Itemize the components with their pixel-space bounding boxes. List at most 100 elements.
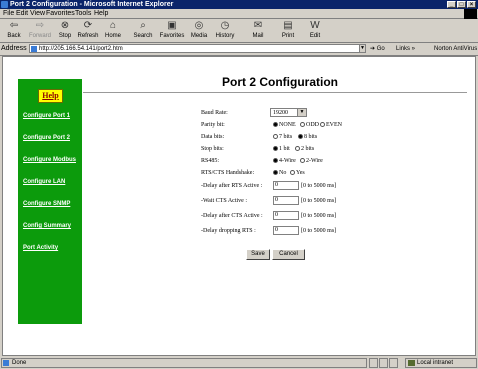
- status-pane: [369, 358, 378, 368]
- stop-icon: ⊗: [60, 20, 70, 31]
- radio-empty-icon: [273, 134, 278, 140]
- mail-icon: ✉: [253, 20, 263, 31]
- maximize-icon[interactable]: □: [457, 1, 466, 8]
- norton-antivirus-button[interactable]: Norton AntiVirus: [434, 43, 477, 55]
- page-done-icon: [3, 360, 9, 366]
- intranet-icon: [408, 360, 415, 366]
- favorites-button[interactable]: ▣ Favorites: [157, 20, 187, 42]
- page-icon: [31, 46, 37, 52]
- security-zone: Local intranet: [405, 358, 477, 368]
- delay-dropping-rts-range: [0 to 5000 ms]: [301, 228, 337, 234]
- handshake-label: RTS/CTS Handshake:: [201, 170, 255, 176]
- cancel-button[interactable]: Cancel: [272, 249, 305, 260]
- radio-empty-icon: [300, 158, 305, 164]
- baud-rate-select[interactable]: 19200 ▼: [270, 108, 307, 117]
- delay-after-rts-range: [0 to 5000 ms]: [301, 183, 337, 189]
- wait-cts-input[interactable]: 0: [273, 196, 299, 205]
- forward-button[interactable]: ⇨ Forward: [27, 20, 53, 42]
- close-icon[interactable]: ×: [467, 1, 476, 8]
- sidebar-item-configure-port-2[interactable]: Configure Port 2: [23, 135, 70, 141]
- help-button[interactable]: Help: [38, 89, 63, 103]
- rs485-label: RS485:: [201, 158, 220, 164]
- radio-selected-icon: [273, 122, 278, 128]
- radio-selected-icon: [273, 158, 278, 164]
- radio-empty-icon: [300, 122, 305, 128]
- baud-rate-value: 19200: [273, 110, 288, 116]
- stop-bits-label: Stop bits:: [201, 146, 224, 152]
- baud-rate-label: Baud Rate:: [201, 110, 228, 116]
- window-title: Port 2 Configuration - Microsoft Interne…: [10, 1, 174, 8]
- address-input[interactable]: http://205.166.54.141/port2.htm: [29, 44, 366, 53]
- go-button[interactable]: ➔ Go: [370, 43, 385, 55]
- delay-after-rts-input[interactable]: 0: [273, 181, 299, 190]
- parity-none-radio[interactable]: NONE: [273, 122, 296, 128]
- handshake-no-radio[interactable]: No: [273, 170, 286, 176]
- wait-cts-range: [0 to 5000 ms]: [301, 198, 337, 204]
- rs485-4wire-radio[interactable]: 4-Wire: [273, 158, 296, 164]
- stop-bits-2-radio[interactable]: 2 bits: [295, 146, 314, 152]
- parity-odd-radio[interactable]: ODD: [300, 122, 319, 128]
- menu-edit[interactable]: Edit: [16, 9, 28, 18]
- home-icon: ⌂: [109, 20, 117, 31]
- status-pane: [389, 358, 398, 368]
- parity-label: Parity bit:: [201, 122, 225, 128]
- handshake-yes-radio[interactable]: Yes: [290, 170, 305, 176]
- ie-throbber-icon: [464, 9, 477, 19]
- title-divider: [83, 92, 467, 93]
- radio-empty-icon: [290, 170, 295, 176]
- sidebar-item-config-summary[interactable]: Config Summary: [23, 223, 71, 229]
- ie-icon: [1, 1, 8, 8]
- stop-button[interactable]: ⊗ Stop: [56, 20, 74, 42]
- mail-button[interactable]: ✉ Mail: [247, 20, 269, 42]
- status-pane: [379, 358, 388, 368]
- parity-even-radio[interactable]: EVEN: [320, 122, 342, 128]
- forward-arrow-icon: ⇨: [35, 20, 45, 31]
- sidebar-item-configure-modbus[interactable]: Configure Modbus: [23, 157, 76, 163]
- print-button[interactable]: ▤ Print: [277, 20, 299, 42]
- sidebar-item-configure-snmp[interactable]: Configure SNMP: [23, 201, 70, 207]
- links-button[interactable]: Links »: [396, 43, 415, 55]
- chevron-down-icon: ▼: [297, 109, 306, 116]
- stop-bits-1-radio[interactable]: 1 bit: [273, 146, 290, 152]
- favorites-icon: ▣: [167, 20, 177, 31]
- address-label: Address: [1, 45, 27, 52]
- sidebar-item-configure-lan[interactable]: Configure LAN: [23, 179, 65, 185]
- history-button[interactable]: ◷ History: [213, 20, 237, 42]
- search-button[interactable]: ⌕ Search: [130, 20, 156, 42]
- sidebar-item-port-activity[interactable]: Port Activity: [23, 245, 58, 251]
- media-button[interactable]: ◎ Media: [188, 20, 210, 42]
- edit-button[interactable]: W Edit: [305, 20, 325, 42]
- address-bar: Address http://205.166.54.141/port2.htm …: [0, 43, 478, 56]
- menu-bar: File Edit View Favorites Tools Help: [0, 9, 478, 19]
- data-bits-label: Data bits:: [201, 134, 225, 140]
- data-bits-8-radio[interactable]: 8 bits: [298, 134, 317, 140]
- page-viewport: Help Configure Port 1 Configure Port 2 C…: [2, 56, 476, 356]
- menu-view[interactable]: View: [30, 9, 45, 18]
- delay-after-cts-input[interactable]: 0: [273, 211, 299, 220]
- delay-dropping-rts-label: -Delay dropping RTS :: [201, 228, 256, 234]
- menu-tools[interactable]: Tools: [75, 9, 91, 18]
- back-button[interactable]: ⇦ Back: [3, 20, 25, 42]
- delay-after-cts-label: -Delay after CTS Active :: [201, 213, 263, 219]
- sidebar-item-configure-port-1[interactable]: Configure Port 1: [23, 113, 70, 119]
- home-button[interactable]: ⌂ Home: [103, 20, 123, 42]
- radio-empty-icon: [320, 122, 325, 128]
- menu-favorites[interactable]: Favorites: [46, 9, 75, 18]
- menu-file[interactable]: File: [3, 9, 14, 18]
- history-icon: ◷: [220, 20, 230, 31]
- menu-help[interactable]: Help: [94, 9, 108, 18]
- delay-dropping-rts-input[interactable]: 0: [273, 226, 299, 235]
- radio-selected-icon: [273, 170, 278, 176]
- status-bar: Done Local intranet: [0, 357, 478, 369]
- radio-selected-icon: [298, 134, 303, 140]
- refresh-button[interactable]: ⟳ Refresh: [75, 20, 101, 42]
- address-dropdown-icon[interactable]: ▼: [359, 44, 366, 53]
- data-bits-7-radio[interactable]: 7 bits: [273, 134, 292, 140]
- radio-empty-icon: [295, 146, 300, 152]
- window-title-bar: Port 2 Configuration - Microsoft Interne…: [0, 0, 478, 9]
- wait-cts-label: -Wait CTS Active :: [201, 198, 248, 204]
- save-button[interactable]: Save: [246, 249, 270, 260]
- media-icon: ◎: [194, 20, 204, 31]
- minimize-icon[interactable]: _: [447, 1, 456, 8]
- rs485-2wire-radio[interactable]: 2-Wire: [300, 158, 323, 164]
